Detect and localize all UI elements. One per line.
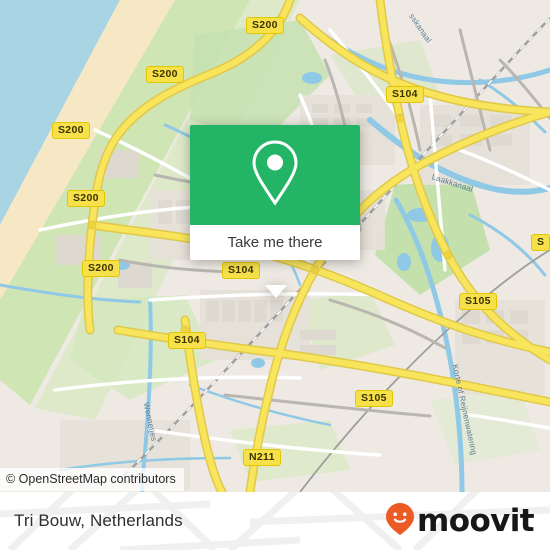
moovit-wordmark: moovit xyxy=(417,502,535,539)
moovit-logo[interactable]: moovit xyxy=(385,492,535,550)
road-shield: S200 xyxy=(82,260,120,277)
card-action-area[interactable]: Take me there xyxy=(190,225,360,260)
road-shield: S200 xyxy=(52,122,90,139)
place-callout-card[interactable]: Take me there xyxy=(190,125,360,298)
osm-attribution[interactable]: © OpenStreetMap contributors xyxy=(0,468,184,491)
take-me-there-label: Take me there xyxy=(227,234,323,251)
moovit-place-map-screen: S200 S200 S104 S200 S200 S200 S104 S105 … xyxy=(0,0,550,550)
road-shield: S200 xyxy=(246,17,284,34)
road-shield: S104 xyxy=(168,332,206,349)
map-pin-icon xyxy=(247,137,303,214)
road-shield: S104 xyxy=(386,86,424,103)
road-shield: S xyxy=(531,234,550,251)
road-shield: S105 xyxy=(459,293,497,310)
road-shield: S200 xyxy=(146,66,184,83)
moovit-pin-smiley-icon xyxy=(385,502,415,541)
road-shield: S200 xyxy=(67,190,105,207)
road-shield: S104 xyxy=(222,262,260,279)
road-shield: S105 xyxy=(355,390,393,407)
footer-bar: Tri Bouw, Netherlands moovit xyxy=(0,492,550,550)
road-shield: N211 xyxy=(243,449,281,466)
card-pin-area xyxy=(190,125,360,225)
place-title: Tri Bouw, Netherlands xyxy=(14,511,183,530)
card-pointer xyxy=(265,285,287,298)
